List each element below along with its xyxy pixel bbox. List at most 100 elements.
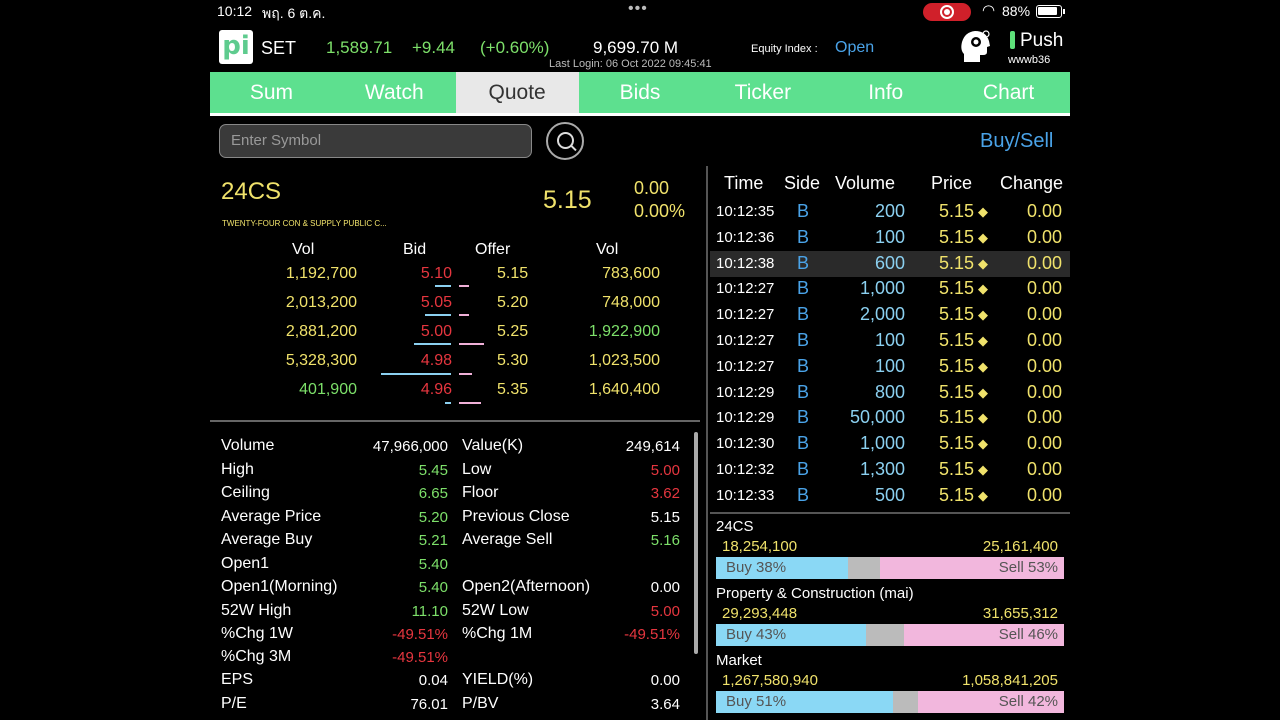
ticker-change: 0.00 xyxy=(1026,459,1062,479)
ticker-change: 0.00 xyxy=(1026,278,1062,299)
stat-value: 76.01 xyxy=(410,696,448,713)
unchanged-diamond-icon: ◆ xyxy=(978,255,988,271)
stat-value: 0.00 xyxy=(650,672,680,689)
unchanged-diamond-icon: ◆ xyxy=(978,281,988,297)
buy-percent-label: Buy 43% xyxy=(726,626,787,643)
search-icon[interactable] xyxy=(546,122,584,160)
stat-value: 47,966,000 xyxy=(372,438,448,455)
ticker-change: 0.00 xyxy=(1026,433,1062,454)
ticker-row: 10:12:33 B 500 5.15 0.00 ◆ xyxy=(710,483,1070,509)
stat-label: 52W Low xyxy=(462,602,529,619)
ticker-row: 10:12:36 B 100 5.15 0.00 ◆ xyxy=(710,225,1070,251)
stat-value: 5.21 xyxy=(418,532,448,549)
bid-header: Bid xyxy=(403,241,427,258)
stat-label: %Chg 1M xyxy=(462,625,533,642)
status-time: 10:12 xyxy=(217,3,253,19)
bid-offer-row: 401,900 4.96 5.35 1,640,400 xyxy=(210,381,700,409)
buy-sell-bar: Buy 38% Sell 53% xyxy=(716,557,1064,579)
tab-sum[interactable]: Sum xyxy=(210,72,333,113)
stat-value: 0.04 xyxy=(418,672,448,689)
quote-symbol: 24CS xyxy=(221,178,282,205)
buy-sell-button[interactable]: Buy/Sell xyxy=(980,130,1053,153)
stat-value: -49.51% xyxy=(392,626,448,643)
stat-value: 5.16 xyxy=(650,532,680,549)
tab-watch[interactable]: Watch xyxy=(333,72,456,113)
ticker-time: 10:12:30 xyxy=(716,435,775,453)
offer-price[interactable]: 5.35 xyxy=(497,381,528,399)
bid-price[interactable]: 4.96 xyxy=(421,381,452,399)
battery-percent: 88% xyxy=(1002,3,1031,19)
bid-price[interactable]: 5.05 xyxy=(421,294,452,312)
screen-record-icon[interactable] xyxy=(923,3,971,21)
divider xyxy=(210,420,700,422)
push-label[interactable]: Push xyxy=(1020,30,1063,52)
bid-offer-row: 1,192,700 5.10 5.15 783,600 xyxy=(210,265,700,293)
sell-percent-label: Sell 42% xyxy=(998,693,1058,710)
ticker-time: 10:12:27 xyxy=(716,280,775,298)
group-buy-volume: 29,293,448 xyxy=(722,605,798,622)
ticker-time: 10:12:29 xyxy=(716,383,775,401)
stats-scrollbar[interactable] xyxy=(694,432,698,654)
bid-volume-bar xyxy=(425,314,451,316)
ticker-time: 10:12:27 xyxy=(716,357,775,375)
ticker-change: 0.00 xyxy=(1026,355,1062,376)
unchanged-diamond-icon: ◆ xyxy=(978,384,988,400)
market-name[interactable]: SET xyxy=(261,38,296,59)
offer-price[interactable]: 5.25 xyxy=(497,323,528,341)
stat-value: 6.65 xyxy=(418,485,448,502)
unchanged-diamond-icon: ◆ xyxy=(978,410,988,426)
stat-label: P/E xyxy=(221,695,247,712)
ticker-side: B xyxy=(797,252,810,273)
sell-percent-label: Sell 53% xyxy=(998,559,1058,576)
offer-volume-bar xyxy=(459,314,469,316)
offer-volume: 1,922,900 xyxy=(588,323,660,340)
ticker-time: 10:12:33 xyxy=(716,486,775,504)
market-value: 9,699.70 M xyxy=(593,38,679,57)
stat-label: Open1(Morning) xyxy=(221,578,338,595)
symbol-search-input[interactable]: Enter Symbol xyxy=(219,124,532,158)
unchanged-diamond-icon: ◆ xyxy=(978,462,988,477)
bid-volume: 5,328,300 xyxy=(285,352,357,369)
bid-volume: 1,192,700 xyxy=(285,265,357,282)
ticker-side: B xyxy=(797,407,810,428)
tab-bids[interactable]: Bids xyxy=(579,72,702,113)
stat-label: Open1 xyxy=(221,555,270,572)
sell-percent-label: Sell 46% xyxy=(998,626,1058,643)
ticker-row: 10:12:27 B 100 5.15 0.00 ◆ xyxy=(710,328,1070,354)
status-date: พฤ. 6 ต.ค. xyxy=(262,5,326,21)
tab-ticker[interactable]: Ticker xyxy=(701,72,824,113)
ticker-header-side: Side xyxy=(784,173,821,193)
ticker-header-volume: Volume xyxy=(835,173,896,193)
ticker-volume: 100 xyxy=(874,330,905,350)
stat-value: 5.20 xyxy=(418,509,448,526)
tab-quote[interactable]: Quote xyxy=(455,72,579,113)
equity-index-label: Equity Index : xyxy=(751,43,818,55)
bid-price[interactable]: 5.00 xyxy=(421,323,452,341)
ticker-change: 0.00 xyxy=(1026,304,1062,325)
ticker-time: 10:12:38 xyxy=(716,254,775,272)
push-status-indicator xyxy=(1010,31,1015,49)
tab-info[interactable]: Info xyxy=(824,72,947,113)
tab-chart[interactable]: Chart xyxy=(947,72,1070,113)
offer-price[interactable]: 5.20 xyxy=(497,294,528,312)
robot-head-icon[interactable] xyxy=(958,28,992,64)
offer-volume-bar xyxy=(459,402,481,404)
ticker-price: 5.15 xyxy=(939,330,975,350)
buy-sell-bar: Buy 43% Sell 46% xyxy=(716,624,1064,646)
stat-label: EPS xyxy=(221,671,254,688)
bid-volume: 2,013,200 xyxy=(285,294,357,311)
status-bar: 10:12 พฤ. 6 ต.ค. ••• ◠ 88% xyxy=(210,0,1070,24)
offer-price[interactable]: 5.30 xyxy=(497,352,528,370)
quote-change: 0.00 xyxy=(634,178,670,198)
quote-company-name: TWENTY-FOUR CON & SUPPLY PUBLIC C... xyxy=(222,219,387,228)
stat-value: 5.00 xyxy=(650,462,680,479)
unchanged-diamond-icon: ◆ xyxy=(978,204,988,219)
multitask-dots[interactable]: ••• xyxy=(628,0,648,18)
ticker-change: 0.00 xyxy=(1026,330,1062,350)
offer-price[interactable]: 5.15 xyxy=(497,265,528,283)
bid-price[interactable]: 5.10 xyxy=(421,265,452,283)
bid-volume: 2,881,200 xyxy=(285,323,357,340)
ticker-price: 5.15 xyxy=(939,484,975,505)
stat-label: Open2(Afternoon) xyxy=(462,578,591,595)
bid-price[interactable]: 4.98 xyxy=(421,352,452,370)
